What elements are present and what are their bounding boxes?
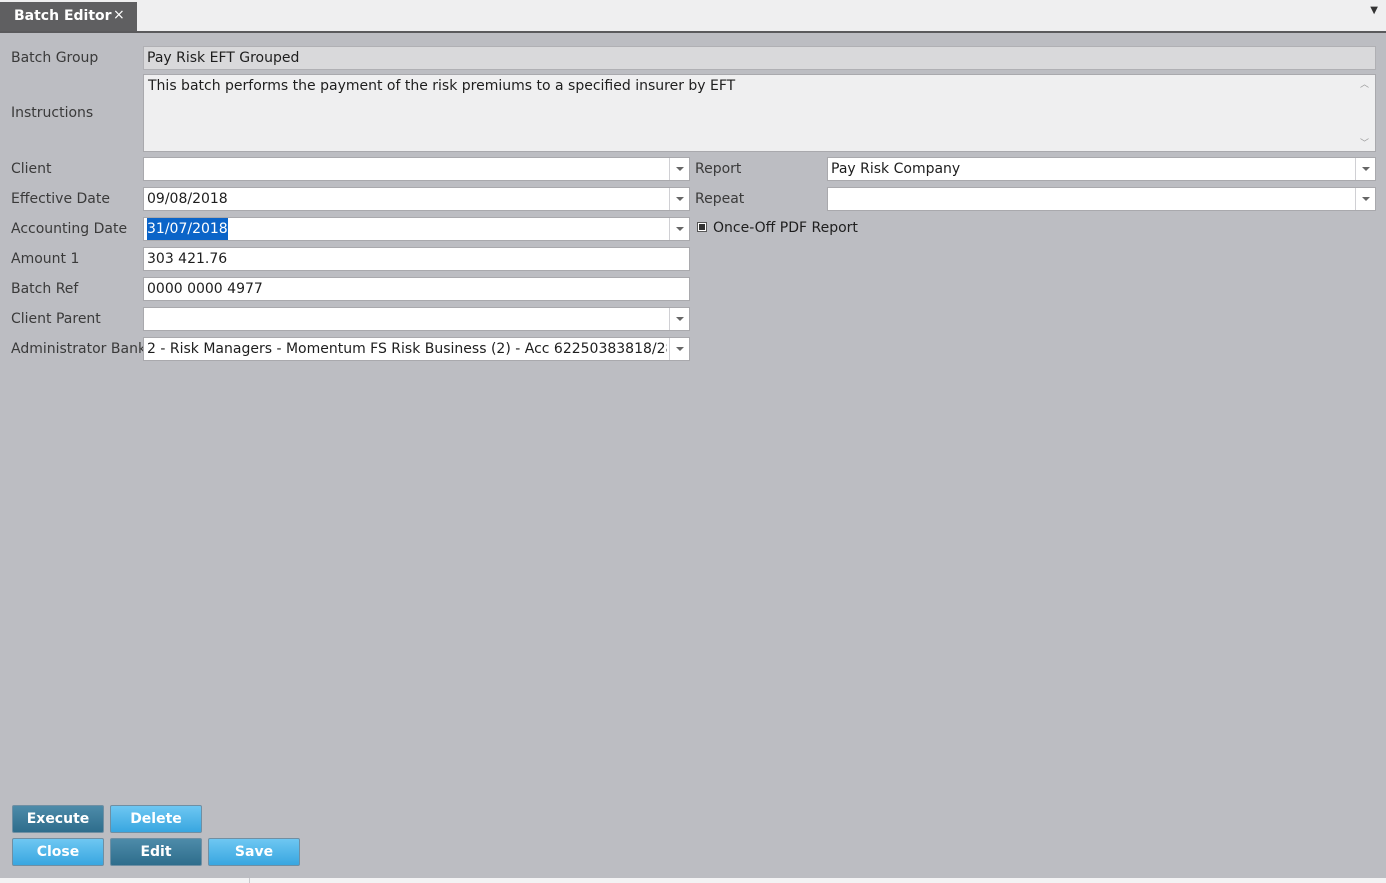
amount1-value: 303 421.76 (147, 251, 228, 267)
repeat-dropdown-icon[interactable] (1355, 188, 1375, 210)
batch-group-value: Pay Risk EFT Grouped (147, 50, 300, 66)
once-off-pdf-label: Once-Off PDF Report (713, 220, 858, 236)
client-parent-dropdown-icon[interactable] (669, 308, 689, 330)
accounting-date-field[interactable]: 31/07/2018 (143, 217, 690, 241)
close-button[interactable]: Close (12, 838, 104, 866)
amount1-field[interactable]: 303 421.76 (143, 247, 690, 271)
report-dropdown-icon[interactable] (1355, 158, 1375, 180)
client-parent-label: Client Parent (11, 311, 101, 327)
repeat-label: Repeat (695, 191, 745, 207)
batch-group-label: Batch Group (11, 50, 99, 66)
client-dropdown-icon[interactable] (669, 158, 689, 180)
accounting-date-dropdown-icon[interactable] (669, 218, 689, 240)
effective-date-value: 09/08/2018 (147, 191, 228, 207)
client-parent-select[interactable] (143, 307, 690, 331)
batch-group-field: Pay Risk EFT Grouped (143, 46, 1376, 70)
once-off-pdf-checkbox[interactable] (697, 222, 707, 232)
accounting-date-value: 31/07/2018 (147, 218, 228, 240)
tab-divider (0, 31, 1386, 33)
report-label: Report (695, 161, 742, 177)
report-select[interactable]: Pay Risk Company (827, 157, 1376, 181)
scroll-up-icon[interactable]: ︿ (1360, 77, 1369, 90)
instructions-textarea[interactable]: This batch performs the payment of the r… (143, 74, 1376, 152)
instructions-label: Instructions (11, 105, 94, 121)
repeat-select[interactable] (827, 187, 1376, 211)
administrator-bank-select[interactable]: 2 - Risk Managers - Momentum FS Risk Bus… (143, 337, 690, 361)
amount1-label: Amount 1 (11, 251, 80, 267)
edit-button[interactable]: Edit (110, 838, 202, 866)
administrator-bank-dropdown-icon[interactable] (669, 338, 689, 360)
tab-bar: Batch Editor × ▼ (0, 0, 1386, 31)
status-bar-divider (249, 878, 250, 883)
batch-ref-label: Batch Ref (11, 281, 79, 297)
effective-date-label: Effective Date (11, 191, 110, 207)
administrator-bank-value: 2 - Risk Managers - Momentum FS Risk Bus… (147, 341, 667, 357)
batch-ref-field[interactable]: 0000 0000 4977 (143, 277, 690, 301)
execute-button[interactable]: Execute (12, 805, 104, 833)
instructions-value: This batch performs the payment of the r… (148, 78, 736, 94)
tab-title: Batch Editor (14, 8, 112, 24)
delete-button[interactable]: Delete (110, 805, 202, 833)
chevron-down-icon[interactable]: ▼ (1370, 5, 1378, 16)
effective-date-field[interactable]: 09/08/2018 (143, 187, 690, 211)
client-label: Client (11, 161, 52, 177)
accounting-date-label: Accounting Date (11, 221, 128, 237)
scroll-down-icon[interactable]: ﹀ (1360, 136, 1369, 149)
client-select[interactable] (143, 157, 690, 181)
report-value: Pay Risk Company (831, 161, 961, 177)
administrator-bank-label: Administrator Bank (11, 341, 147, 357)
effective-date-dropdown-icon[interactable] (669, 188, 689, 210)
status-bar (0, 878, 1386, 883)
tab-batch-editor[interactable]: Batch Editor × (0, 2, 137, 31)
close-icon[interactable]: × (113, 7, 125, 23)
save-button[interactable]: Save (208, 838, 300, 866)
batch-ref-value: 0000 0000 4977 (147, 281, 263, 297)
